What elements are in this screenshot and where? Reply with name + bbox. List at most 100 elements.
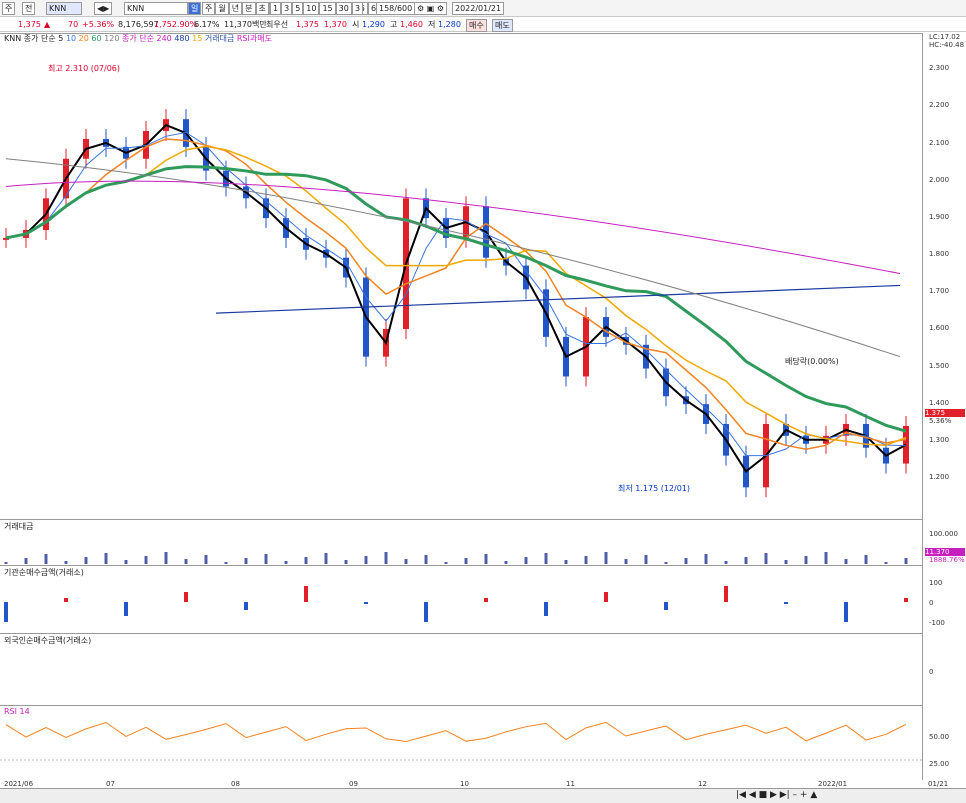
ma-line	[5, 138, 907, 451]
volume-bar	[384, 552, 388, 564]
volume-bar	[284, 561, 288, 564]
volume-bar	[684, 558, 688, 564]
volume-bar	[444, 562, 448, 564]
volume-bar	[204, 555, 208, 564]
volume-bar	[584, 556, 588, 564]
volume-bar	[44, 554, 48, 564]
vol-pct-box: 1888.76%	[929, 556, 965, 564]
y-tick: 2.200	[929, 101, 950, 109]
y-tick: 1.500	[929, 362, 950, 370]
volume-bar	[744, 557, 748, 564]
volume-bar	[544, 553, 548, 564]
y-tick: 2.000	[929, 176, 950, 184]
institution-bar	[844, 602, 848, 622]
institution-bar	[784, 602, 788, 604]
x-label: 2022/01	[818, 780, 848, 788]
institution-bar	[304, 586, 308, 602]
price-box: 1.375	[925, 409, 965, 417]
volume-bar	[404, 559, 408, 564]
volume-bar	[504, 561, 508, 564]
y-tick: 1.600	[929, 324, 950, 332]
volume-bar	[104, 553, 108, 564]
volume-bar	[864, 555, 868, 564]
volume-bar	[664, 562, 668, 564]
x-label: 10	[460, 780, 469, 788]
ma-line	[5, 145, 907, 446]
x-label: 09	[349, 780, 358, 788]
y-tick: 1.200	[929, 473, 950, 481]
inst-tick: 0	[929, 599, 934, 607]
volume-bar	[144, 556, 148, 564]
volume-bar	[724, 561, 728, 564]
scroll-bar[interactable]: |◀ ◀ ■ ▶ ▶| – + ▲	[0, 788, 966, 803]
institution-bar	[484, 598, 488, 602]
institution-bar	[4, 602, 8, 622]
volume-bar	[464, 558, 468, 564]
y-tick: 1.900	[929, 213, 950, 221]
rsi-line	[5, 721, 907, 743]
vol-tick: 100.000	[929, 530, 958, 538]
volume-bar	[324, 553, 328, 564]
rsi-tick: 50.00	[929, 733, 950, 741]
volume-bar	[904, 558, 908, 564]
institution-bar	[244, 602, 248, 610]
volume-bar	[844, 559, 848, 564]
axis-top2-label: HC:-40.48	[929, 41, 965, 49]
volume-bar	[764, 553, 768, 564]
axis-top-label: LC:17.02	[929, 33, 961, 41]
inst-tick: -100	[929, 619, 945, 627]
volume-bar	[784, 560, 788, 564]
high-annotation: 최고 2.310 (07/06)	[48, 64, 121, 73]
volume-bar	[184, 559, 188, 564]
volume-bar	[344, 560, 348, 564]
vol-box: 11.370	[925, 548, 965, 556]
dividend-annotation: 배당락(0.00%)	[785, 357, 839, 366]
y-tick: 1.400	[929, 399, 950, 407]
volume-bar	[124, 560, 128, 564]
institution-bar	[664, 602, 668, 610]
volume-bar	[84, 557, 88, 564]
institution-bar	[184, 592, 188, 602]
volume-bar	[884, 562, 888, 564]
x-label: 07	[106, 780, 115, 788]
volume-bar	[424, 555, 428, 564]
volume-bar	[224, 562, 228, 564]
volume-bar	[564, 560, 568, 564]
volume-bar	[804, 556, 808, 564]
volume-bar	[164, 552, 168, 564]
y-tick: 2.100	[929, 139, 950, 147]
y-tick: 1.800	[929, 250, 950, 258]
y-tick: 1.300	[929, 436, 950, 444]
institution-bar	[424, 602, 428, 622]
institution-bar	[124, 602, 128, 616]
volume-bar	[704, 554, 708, 564]
institution-bar	[604, 592, 608, 602]
volume-bar	[604, 552, 608, 564]
volume-bar	[304, 557, 308, 564]
institution-bar	[724, 586, 728, 602]
ma-line	[5, 165, 907, 433]
ma-line	[215, 284, 901, 314]
institution-bar	[64, 598, 68, 602]
y-axis[interactable]: LC:17.02 HC:-40.48 2.300 2.200 2.100 2.0…	[922, 33, 966, 780]
x-label: 11	[566, 780, 575, 788]
volume-bar	[24, 558, 28, 564]
volume-bar	[364, 556, 368, 564]
volume-bar	[244, 558, 248, 564]
x-label: 2021/06	[4, 780, 34, 788]
volume-bar	[624, 559, 628, 564]
ma-line	[5, 180, 901, 275]
inst-tick: 100	[929, 579, 943, 587]
y-tick: 2.300	[929, 64, 950, 72]
volume-bar	[484, 554, 488, 564]
y-tick: 1.700	[929, 287, 950, 295]
institution-bar	[544, 602, 548, 616]
chart-svg	[0, 109, 922, 761]
scroll-controls-icon[interactable]: |◀ ◀ ■ ▶ ▶| – + ▲	[736, 790, 817, 800]
institution-bar	[904, 598, 908, 602]
x-label: 12	[698, 780, 707, 788]
rsi-tick: 25.00	[929, 760, 950, 768]
volume-bar	[64, 561, 68, 564]
pct-box: 5.36%	[929, 417, 952, 425]
institution-bar	[364, 602, 368, 604]
